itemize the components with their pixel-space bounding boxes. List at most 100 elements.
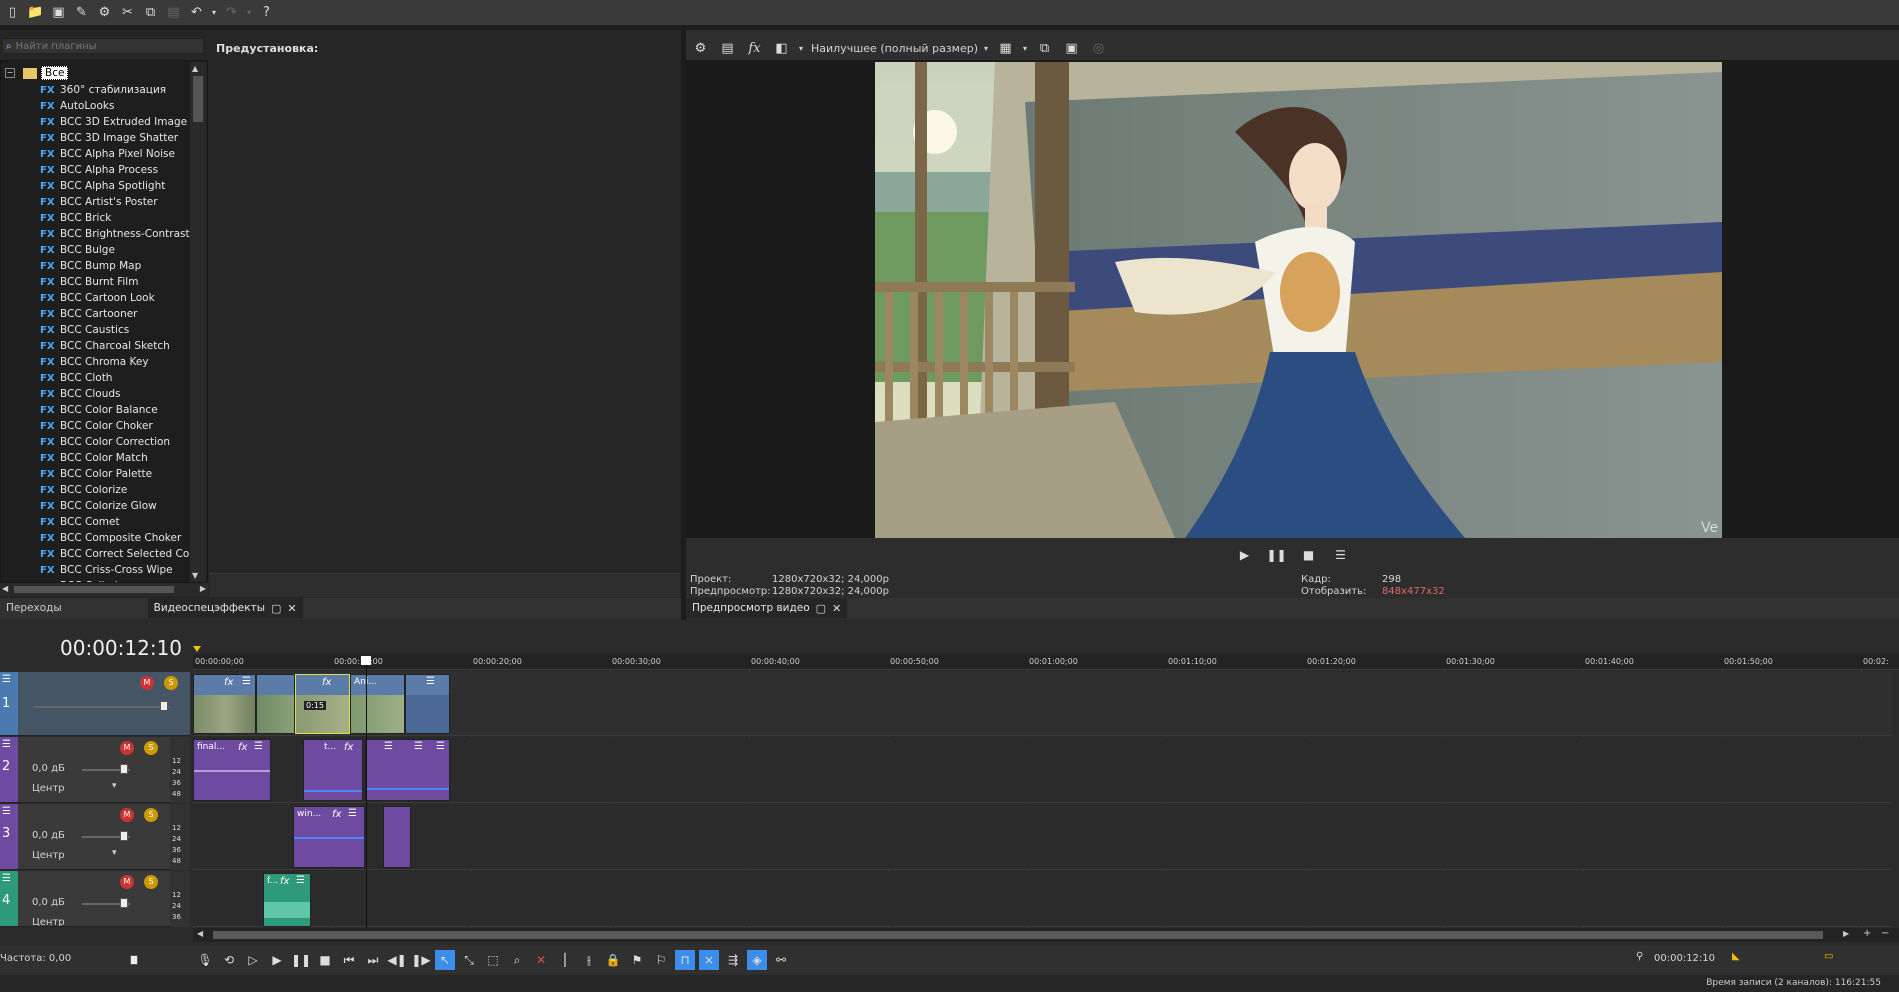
copy-icon[interactable]: ⧉ bbox=[141, 3, 160, 22]
plugin-item[interactable]: FX BCC Charcoal Sketch bbox=[1, 338, 207, 354]
plugin-item[interactable]: FX BCC Chroma Key bbox=[1, 354, 207, 370]
volume-envelope[interactable] bbox=[294, 837, 364, 839]
fx-icon[interactable]: fx bbox=[745, 39, 764, 58]
audio-clip[interactable]: final... fx ☰ bbox=[193, 739, 271, 801]
audio-clip[interactable]: win... fx ☰ bbox=[293, 806, 365, 868]
track-menu-icon[interactable]: ☰ bbox=[2, 873, 11, 884]
tab-transitions[interactable]: Переходы bbox=[0, 598, 68, 618]
clip-menu-icon[interactable]: ☰ bbox=[254, 741, 263, 752]
plugin-item[interactable]: FX AutoLooks bbox=[1, 98, 207, 114]
mute-icon[interactable]: M bbox=[120, 808, 134, 822]
audio-clip[interactable] bbox=[383, 806, 411, 868]
grid-overlay-icon[interactable]: ▦ bbox=[996, 39, 1015, 58]
plugin-item[interactable]: FX BCC Color Match bbox=[1, 450, 207, 466]
scroll-left-icon[interactable]: ◀ bbox=[197, 929, 203, 938]
volume-envelope[interactable] bbox=[304, 790, 362, 792]
plugin-search-field[interactable]: ⌕ bbox=[2, 38, 204, 54]
menu-icon[interactable]: ☰ bbox=[1331, 545, 1351, 565]
clip-menu-icon[interactable]: ☰ bbox=[436, 741, 445, 752]
solo-icon[interactable]: S bbox=[144, 741, 158, 755]
close-icon[interactable]: ✕ bbox=[832, 602, 841, 615]
track-header-2[interactable]: ☰ 2 M S 0,0 дБ Центр ▾ bbox=[0, 737, 190, 803]
tab-video-fx[interactable]: Видеоспецэффекты ▢ ✕ bbox=[147, 598, 303, 618]
clip-menu-icon[interactable]: ☰ bbox=[384, 741, 393, 752]
scroll-left-icon[interactable]: ◀ bbox=[2, 584, 8, 593]
selection-tool-icon[interactable]: ⬚ bbox=[483, 950, 503, 970]
plugin-item[interactable]: FX BCC Alpha Pixel Noise bbox=[1, 146, 207, 162]
zoom-in-icon[interactable]: + bbox=[1863, 928, 1871, 939]
stop-icon[interactable]: ■ bbox=[315, 950, 335, 970]
plugin-item[interactable]: FX 360° стабилизация bbox=[1, 82, 207, 98]
split-dropdown-icon[interactable]: ▾ bbox=[799, 44, 803, 53]
ignore-grouping-icon[interactable]: ⚯ bbox=[771, 950, 791, 970]
quality-select[interactable]: Наилучшее (полный размер) ▾ bbox=[811, 42, 988, 55]
scroll-thumb[interactable] bbox=[193, 76, 203, 122]
scroll-right-icon[interactable]: ▶ bbox=[1843, 929, 1849, 938]
track-header-4[interactable]: ☰ 4 M S 0,0 дБ Центр bbox=[0, 871, 190, 927]
record-icon[interactable]: 🎙 bbox=[195, 950, 215, 970]
tree-root[interactable]: − Все bbox=[1, 64, 207, 82]
tree-root-label[interactable]: Все bbox=[41, 66, 69, 80]
plugin-item[interactable]: FX BCC Alpha Spotlight bbox=[1, 178, 207, 194]
save-icon[interactable]: ▣ bbox=[49, 3, 68, 22]
playhead-line[interactable] bbox=[366, 656, 367, 928]
plugin-item[interactable]: FX BCC Color Correction bbox=[1, 434, 207, 450]
plugin-item[interactable]: FX BCC Criss-Cross Wipe bbox=[1, 562, 207, 578]
hscroll-thumb[interactable] bbox=[14, 586, 174, 593]
plugin-item[interactable]: FX BCC Color Balance bbox=[1, 402, 207, 418]
mute-icon[interactable]: M bbox=[140, 676, 154, 690]
clip-menu-icon[interactable]: ☰ bbox=[242, 676, 251, 687]
envelope-tool-icon[interactable]: ⤡ bbox=[459, 950, 479, 970]
mute-icon[interactable]: M bbox=[120, 741, 134, 755]
trim-icon[interactable]: ⎮ bbox=[555, 950, 575, 970]
video-clip[interactable]: ☰ bbox=[405, 674, 450, 734]
selection-start-icon[interactable]: ◣ bbox=[1732, 951, 1740, 962]
plugin-item[interactable]: FX BCC Cloth bbox=[1, 370, 207, 386]
pause-icon[interactable]: ❚❚ bbox=[1266, 545, 1286, 565]
scroll-right-icon[interactable]: ▶ bbox=[200, 584, 206, 593]
auto-crossfade-icon[interactable]: ⨯ bbox=[699, 950, 719, 970]
clip-menu-icon[interactable]: ☰ bbox=[348, 808, 357, 819]
help-icon[interactable]: ? bbox=[257, 3, 276, 22]
delete-icon[interactable]: ✕ bbox=[531, 950, 551, 970]
cut-icon[interactable]: ✂ bbox=[118, 3, 137, 22]
external-monitor-icon[interactable]: ◎ bbox=[1089, 39, 1108, 58]
track-menu-icon[interactable]: ☰ bbox=[2, 806, 11, 817]
audio-clip[interactable]: t... fx bbox=[303, 739, 363, 801]
properties-icon[interactable]: ⚙ bbox=[691, 39, 710, 58]
plugin-item[interactable]: FX BCC Caustics bbox=[1, 322, 207, 338]
undock-icon[interactable]: ▢ bbox=[271, 602, 281, 615]
settings-icon[interactable]: ⚙ bbox=[95, 3, 114, 22]
timeline-ruler[interactable]: 00:00:00;00 00:00:10;00 00:00:20;00 00:00:3… bbox=[193, 654, 1899, 670]
region-icon[interactable]: ⚐ bbox=[651, 950, 671, 970]
solo-icon[interactable]: S bbox=[164, 676, 178, 690]
clip-menu-icon[interactable]: ☰ bbox=[426, 676, 435, 687]
normal-edit-tool-icon[interactable]: ↖ bbox=[435, 950, 455, 970]
plugin-item[interactable]: FX BCC Cartoon Look bbox=[1, 290, 207, 306]
undo-icon[interactable]: ↶ bbox=[187, 3, 206, 22]
play-icon[interactable]: ▶ bbox=[267, 950, 287, 970]
pause-icon[interactable]: ❚❚ bbox=[291, 950, 311, 970]
new-file-icon[interactable]: ▯ bbox=[3, 3, 22, 22]
plugin-item[interactable]: FX BCC Colorize Glow bbox=[1, 498, 207, 514]
loop-icon[interactable]: ⟲ bbox=[219, 950, 239, 970]
plugin-item[interactable]: FX BCC Color Palette bbox=[1, 466, 207, 482]
plugin-item[interactable]: FX BCC Alpha Process bbox=[1, 162, 207, 178]
zoom-out-icon[interactable]: − bbox=[1881, 928, 1889, 939]
play-from-start-icon[interactable]: ▷ bbox=[243, 950, 263, 970]
plugin-item[interactable]: FX BCC Burnt Film bbox=[1, 274, 207, 290]
paste-icon[interactable]: ▤ bbox=[164, 3, 183, 22]
redo-icon[interactable]: ↷ bbox=[222, 3, 241, 22]
scroll-up-icon[interactable]: ▲ bbox=[192, 64, 198, 73]
collapse-icon[interactable]: − bbox=[5, 68, 15, 78]
plugin-item[interactable]: FX BCC 3D Image Shatter bbox=[1, 130, 207, 146]
hscroll-thumb[interactable] bbox=[213, 931, 1823, 939]
track-header-1[interactable]: ☰ 1 M S bbox=[0, 672, 190, 736]
snap-icon[interactable]: ⊓ bbox=[675, 950, 695, 970]
save-as-icon[interactable]: ✎ bbox=[72, 3, 91, 22]
video-clip-selected[interactable]: 0:15 fx bbox=[295, 674, 350, 734]
clip-menu-icon[interactable]: ☰ bbox=[296, 875, 305, 886]
split-icon[interactable]: ⫲ bbox=[579, 950, 599, 970]
plugin-item[interactable]: FX BCC Composite Choker bbox=[1, 530, 207, 546]
opacity-slider-knob[interactable] bbox=[160, 701, 168, 711]
